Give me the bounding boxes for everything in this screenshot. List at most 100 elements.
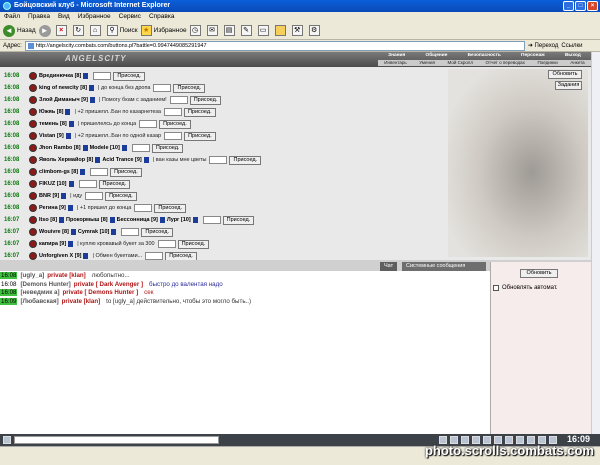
battle-password-input[interactable] — [85, 192, 104, 200]
battle-password-input[interactable] — [153, 84, 172, 92]
player-name[interactable]: FIKUZ [10] — [39, 181, 67, 187]
player-info-icon[interactable] — [83, 73, 89, 79]
tool-button-1[interactable]: ⚒ — [291, 24, 306, 38]
subnav-profile[interactable]: Анкета — [570, 60, 584, 66]
stop-button[interactable]: × — [55, 24, 70, 38]
player-name[interactable]: Jhon Rambo [8] — [39, 145, 81, 151]
player-name[interactable]: Яволь Хермайор [8] — [39, 157, 93, 163]
vertical-scrollbar[interactable] — [591, 52, 600, 436]
join-battle-button[interactable]: Присоед. — [189, 95, 222, 105]
battle-password-input[interactable] — [131, 144, 150, 152]
discuss-button[interactable]: ▭ — [257, 24, 272, 38]
chat-sender[interactable]: [Demons Hunter] — [20, 281, 70, 288]
links-label[interactable]: Ссылки — [561, 43, 582, 49]
maximize-button[interactable]: □ — [575, 1, 586, 11]
battle-password-input[interactable] — [163, 108, 182, 116]
battle-password-input[interactable] — [169, 96, 188, 104]
refresh-button[interactable]: Обновить — [548, 70, 582, 79]
join-battle-button[interactable]: Присоед. — [177, 239, 210, 249]
address-input[interactable]: http://angelscity.combats.com/buttons.pl… — [24, 40, 525, 51]
favorites-button[interactable]: ★ Избранное — [140, 24, 187, 38]
minimize-button[interactable]: _ — [563, 1, 574, 11]
player-name[interactable]: Южяь [8] — [39, 109, 63, 115]
player-info-icon[interactable] — [88, 85, 94, 91]
join-battle-button[interactable]: Присоед. — [183, 107, 216, 117]
player-info-icon[interactable] — [67, 205, 73, 211]
join-battle-button[interactable]: Присоед. — [222, 215, 255, 225]
history-button[interactable]: ◷ — [189, 24, 204, 38]
join-battle-button[interactable]: Присоед. — [110, 167, 142, 177]
join-battle-button[interactable]: Присоед. — [229, 155, 262, 165]
player-name[interactable]: Врединючка [8] — [39, 73, 81, 79]
nav-exit[interactable]: Выход — [565, 53, 581, 59]
player-info-icon[interactable] — [59, 217, 65, 223]
player-name[interactable]: Wouivre [8] — [39, 229, 69, 235]
tab-system-messages[interactable]: Системные сообщения — [402, 262, 486, 271]
battle-password-input[interactable] — [121, 228, 140, 236]
battle-password-input[interactable] — [202, 216, 221, 224]
player-info-icon[interactable] — [89, 97, 95, 103]
menu-tools[interactable]: Сервис — [119, 12, 141, 22]
join-battle-button[interactable]: Присоед. — [141, 227, 173, 237]
player-name[interactable]: Unforgiven X [9] — [39, 253, 81, 259]
chat-private-target[interactable]: private [ Demons Hunter ] — [63, 289, 139, 296]
player-name[interactable]: Злой Диманыч [9] — [39, 97, 88, 103]
player-name[interactable]: Itso [8] — [39, 217, 57, 223]
smiley-icon[interactable] — [3, 436, 11, 444]
player-name[interactable]: Прокормыш [8] — [66, 217, 108, 223]
player-info-icon[interactable] — [143, 157, 149, 163]
battle-password-input[interactable] — [157, 240, 176, 248]
folder-button[interactable] — [274, 24, 289, 38]
join-battle-button[interactable]: Присоед. — [154, 203, 187, 213]
subnav-scroll[interactable]: Мой Скролл — [448, 60, 473, 66]
back-button[interactable]: ◄ Назад — [3, 24, 36, 38]
player-info-icon[interactable] — [95, 157, 101, 163]
menu-file[interactable]: Файл — [4, 12, 20, 22]
player-info-icon[interactable] — [159, 217, 165, 223]
battle-password-input[interactable] — [209, 156, 228, 164]
battle-password-input[interactable] — [164, 132, 183, 140]
subnav-battles[interactable]: Поединки — [538, 60, 558, 66]
subnav-inventory[interactable]: Инвентарь — [384, 60, 406, 66]
player-name[interactable]: Регина [9] — [39, 205, 66, 211]
player-name[interactable]: капира [9] — [39, 241, 66, 247]
battle-password-input[interactable] — [90, 168, 109, 176]
player-name[interactable]: Бессонница [9] — [117, 217, 158, 223]
print-button[interactable]: ▤ — [223, 24, 238, 38]
player-info-icon[interactable] — [61, 193, 67, 199]
join-battle-button[interactable]: Присоед. — [173, 83, 206, 93]
player-info-icon[interactable] — [68, 121, 74, 127]
player-info-icon[interactable] — [80, 169, 86, 175]
mail-button[interactable]: ✉ — [206, 24, 221, 38]
refresh-browser-button[interactable]: ↻ — [72, 24, 87, 38]
join-battle-button[interactable]: Присоед. — [105, 191, 137, 201]
join-battle-button[interactable]: Присоед. — [113, 71, 145, 81]
subnav-transfers[interactable]: Отчет о переводах — [486, 60, 525, 66]
player-info-icon[interactable] — [82, 145, 88, 151]
nav-communication[interactable]: Общение — [425, 53, 447, 59]
tool-button-2[interactable]: ⚙ — [308, 24, 323, 38]
player-name[interactable]: Cymrak [10] — [78, 229, 110, 235]
player-info-icon[interactable] — [65, 133, 71, 139]
nav-character[interactable]: Персонаж — [521, 53, 545, 59]
tab-chat[interactable]: Чат — [380, 262, 398, 271]
player-info-icon[interactable] — [68, 181, 74, 187]
player-name[interactable]: Acid Trance [9] — [102, 157, 141, 163]
chat-sender[interactable]: [Любавская] — [20, 298, 58, 305]
battle-password-input[interactable] — [134, 204, 153, 212]
player-name[interactable]: climbom-gs [8] — [39, 169, 78, 175]
search-button[interactable]: ⚲ Поиск — [106, 24, 138, 38]
chat-private-target[interactable]: private [klan] — [62, 298, 101, 305]
player-name[interactable]: темень [8] — [39, 121, 67, 127]
battle-password-input[interactable] — [145, 252, 164, 260]
go-button[interactable]: ➜ Переход — [528, 42, 559, 49]
forward-button[interactable]: ► — [38, 24, 53, 38]
join-battle-button[interactable]: Присоед. — [184, 131, 216, 141]
auto-refresh-option[interactable]: Обновлять автомат. — [493, 285, 558, 291]
chat-input[interactable] — [14, 436, 219, 444]
menu-favorites[interactable]: Избранное — [78, 12, 111, 22]
player-name[interactable]: Modele [10] — [90, 145, 120, 151]
chat-sender[interactable]: [неведмик а] — [20, 289, 59, 296]
subnav-skills[interactable]: Умения — [419, 60, 435, 66]
player-info-icon[interactable] — [83, 253, 89, 259]
